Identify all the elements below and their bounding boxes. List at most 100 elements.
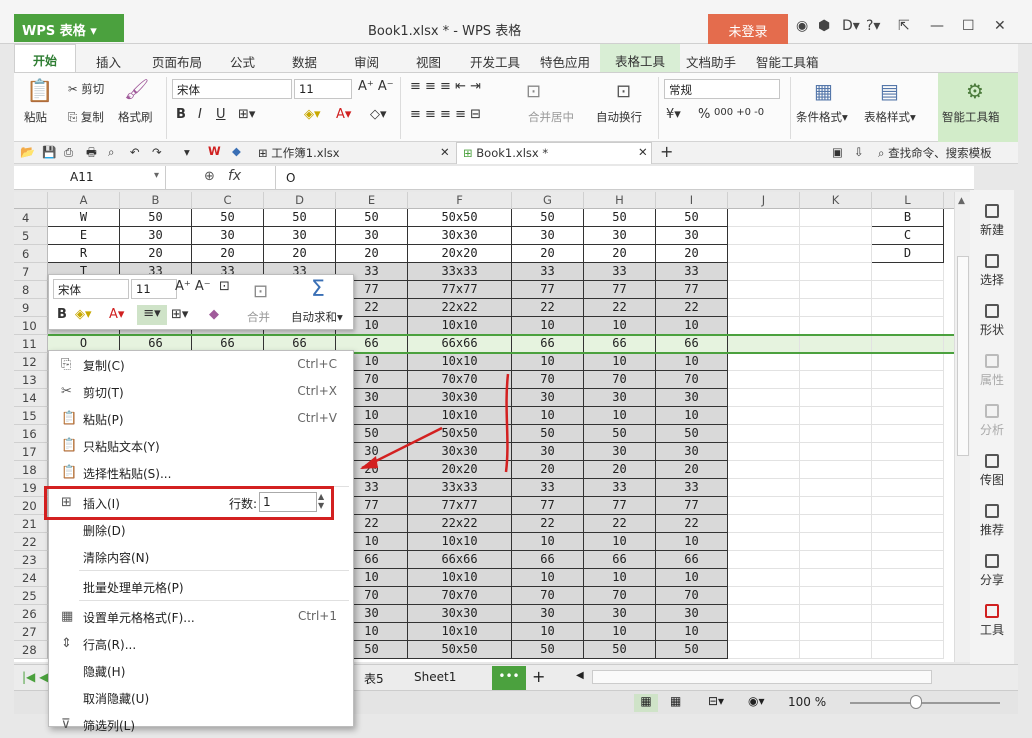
cell[interactable] bbox=[872, 479, 944, 497]
mini-size-select[interactable]: 11 bbox=[131, 279, 177, 299]
cell[interactable] bbox=[728, 407, 800, 425]
cell[interactable]: 10 bbox=[584, 353, 656, 371]
mini-clear-icon[interactable]: ◆ bbox=[209, 307, 219, 322]
scroll-left-icon[interactable]: ◀ bbox=[576, 670, 584, 681]
cell[interactable]: 70x70 bbox=[408, 587, 512, 605]
cell[interactable] bbox=[800, 533, 872, 551]
cell[interactable] bbox=[728, 425, 800, 443]
help-icon[interactable]: ?▾ bbox=[866, 18, 880, 34]
cell[interactable]: 33 bbox=[512, 263, 584, 281]
cell[interactable]: 50x50 bbox=[408, 209, 512, 227]
wrap-text-button[interactable]: 自动换行 bbox=[596, 109, 642, 125]
cell[interactable]: 20 bbox=[336, 245, 408, 263]
row-header[interactable]: 12 bbox=[14, 353, 48, 371]
table-row[interactable]: 6 R 20 20 20 20 20x20 20 20 20 D bbox=[14, 245, 954, 263]
cell[interactable] bbox=[728, 551, 800, 569]
cell[interactable] bbox=[728, 569, 800, 587]
menu-item[interactable]: ✂ 剪切(T) Ctrl+X bbox=[49, 378, 353, 405]
cell[interactable]: 77 bbox=[584, 281, 656, 299]
doc-tab-workbook1[interactable]: ⊞ 工作簿1.xlsx bbox=[258, 145, 456, 164]
cell[interactable]: 10 bbox=[656, 407, 728, 425]
name-box-dropdown-icon[interactable]: ▾ bbox=[154, 170, 159, 181]
cell[interactable] bbox=[800, 407, 872, 425]
cell[interactable]: 10x10 bbox=[408, 569, 512, 587]
cell[interactable] bbox=[872, 551, 944, 569]
panel-analysis[interactable]: 分析 bbox=[970, 404, 1014, 438]
mini-merge-button[interactable]: 合并 bbox=[247, 309, 270, 325]
cell[interactable]: R bbox=[48, 245, 120, 263]
row-header[interactable]: 7 bbox=[14, 263, 48, 281]
cell[interactable] bbox=[728, 533, 800, 551]
cell[interactable] bbox=[728, 209, 800, 227]
table-style-button[interactable]: 表格样式▾ bbox=[864, 109, 916, 125]
cell[interactable]: 10 bbox=[584, 623, 656, 641]
cell[interactable] bbox=[800, 263, 872, 281]
mini-font-color-icon[interactable]: A▾ bbox=[109, 307, 124, 322]
page-view-icon[interactable]: ▦ bbox=[670, 694, 681, 708]
row-header[interactable]: 13 bbox=[14, 371, 48, 389]
tab-table-tools[interactable]: 表格工具 bbox=[600, 44, 680, 72]
row-header[interactable]: 21 bbox=[14, 515, 48, 533]
cell[interactable]: 33 bbox=[656, 263, 728, 281]
cell[interactable]: 77 bbox=[512, 497, 584, 515]
cell[interactable]: 10 bbox=[584, 569, 656, 587]
cell[interactable]: 20 bbox=[120, 245, 192, 263]
conditional-format-button[interactable]: 条件格式▾ bbox=[796, 109, 848, 125]
cell[interactable]: 77x77 bbox=[408, 281, 512, 299]
menu-item[interactable]: ⊽ 筛选列(L) bbox=[49, 711, 353, 738]
tab-data[interactable]: 数据 bbox=[292, 52, 317, 71]
cell[interactable] bbox=[728, 299, 800, 317]
cell[interactable]: 50 bbox=[120, 209, 192, 227]
cell[interactable]: 77 bbox=[584, 497, 656, 515]
qat-more-icon[interactable]: ▾ bbox=[184, 145, 190, 159]
cell[interactable] bbox=[728, 443, 800, 461]
row-header[interactable]: 11 bbox=[14, 335, 48, 353]
font-color-icon[interactable]: A▾ bbox=[336, 107, 351, 122]
conditional-format-icon[interactable]: ▦ bbox=[814, 79, 833, 103]
scroll-up-icon[interactable]: ▲ bbox=[958, 196, 965, 206]
share-icon[interactable]: D▾ bbox=[842, 18, 860, 34]
cell[interactable]: 10 bbox=[656, 623, 728, 641]
row-header[interactable]: 9 bbox=[14, 299, 48, 317]
more-sheets-button[interactable]: ••• bbox=[492, 666, 526, 690]
cell[interactable] bbox=[728, 515, 800, 533]
tab-start[interactable]: 开始 bbox=[14, 44, 76, 72]
column-header[interactable]: H bbox=[584, 192, 656, 209]
page-break-icon[interactable]: ⊟▾ bbox=[708, 694, 724, 708]
clear-format-icon[interactable]: ◇▾ bbox=[370, 107, 387, 122]
tab-insert[interactable]: 插入 bbox=[96, 52, 121, 71]
cell[interactable]: 30 bbox=[264, 227, 336, 245]
cell[interactable]: 20 bbox=[584, 245, 656, 263]
corner-cell[interactable] bbox=[14, 192, 48, 209]
cell[interactable]: 33 bbox=[584, 263, 656, 281]
row-header[interactable]: 28 bbox=[14, 641, 48, 659]
tab-formula[interactable]: 公式 bbox=[230, 52, 255, 71]
cell[interactable] bbox=[800, 479, 872, 497]
cell[interactable]: 30 bbox=[584, 605, 656, 623]
menu-item[interactable]: ▦ 设置单元格格式(F)... Ctrl+1 bbox=[49, 603, 353, 630]
cell[interactable]: 20 bbox=[584, 461, 656, 479]
mini-border-icon[interactable]: ⊞▾ bbox=[171, 307, 188, 322]
cell[interactable]: 20 bbox=[512, 245, 584, 263]
cell[interactable] bbox=[872, 587, 944, 605]
cell[interactable]: 20 bbox=[656, 245, 728, 263]
save-icon[interactable]: 💾 bbox=[42, 145, 56, 159]
panel-share[interactable]: 分享 bbox=[970, 554, 1014, 588]
column-header[interactable]: F bbox=[408, 192, 512, 209]
cell[interactable] bbox=[872, 389, 944, 407]
border-icon[interactable]: ⊞▾ bbox=[238, 107, 255, 122]
panel-properties[interactable]: 属性 bbox=[970, 354, 1014, 388]
cell[interactable]: 50x50 bbox=[408, 641, 512, 659]
font-grow-icon[interactable]: A⁺ A⁻ bbox=[358, 79, 394, 94]
cell[interactable]: 70 bbox=[584, 587, 656, 605]
eye-protect-icon[interactable]: ◉▾ bbox=[748, 694, 765, 708]
cell[interactable] bbox=[800, 605, 872, 623]
tab-smart-toolbox[interactable]: 智能工具箱 bbox=[756, 52, 819, 71]
cell[interactable] bbox=[800, 443, 872, 461]
mini-font-select[interactable]: 宋体 bbox=[53, 279, 129, 299]
fx-button[interactable]: fx bbox=[228, 168, 241, 184]
cell[interactable]: 50 bbox=[512, 209, 584, 227]
table-style-icon[interactable]: ▤ bbox=[880, 79, 899, 103]
cell[interactable]: 10 bbox=[512, 623, 584, 641]
menu-item[interactable]: 批量处理单元格(P) bbox=[49, 573, 353, 600]
